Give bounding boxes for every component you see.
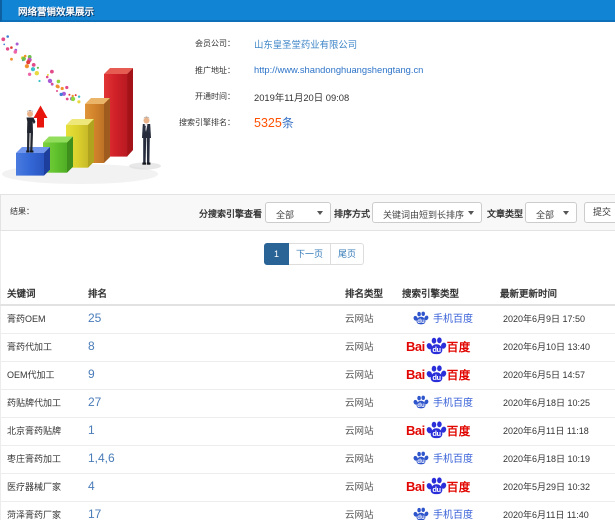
svg-text:du: du: [417, 318, 425, 325]
svg-text:du: du: [417, 458, 425, 465]
svg-text:du: du: [432, 429, 441, 438]
svg-text:du: du: [417, 514, 425, 520]
svg-text:du: du: [432, 485, 441, 494]
svg-text:du: du: [417, 402, 425, 409]
svg-text:du: du: [432, 345, 441, 354]
svg-text:du: du: [432, 373, 441, 382]
